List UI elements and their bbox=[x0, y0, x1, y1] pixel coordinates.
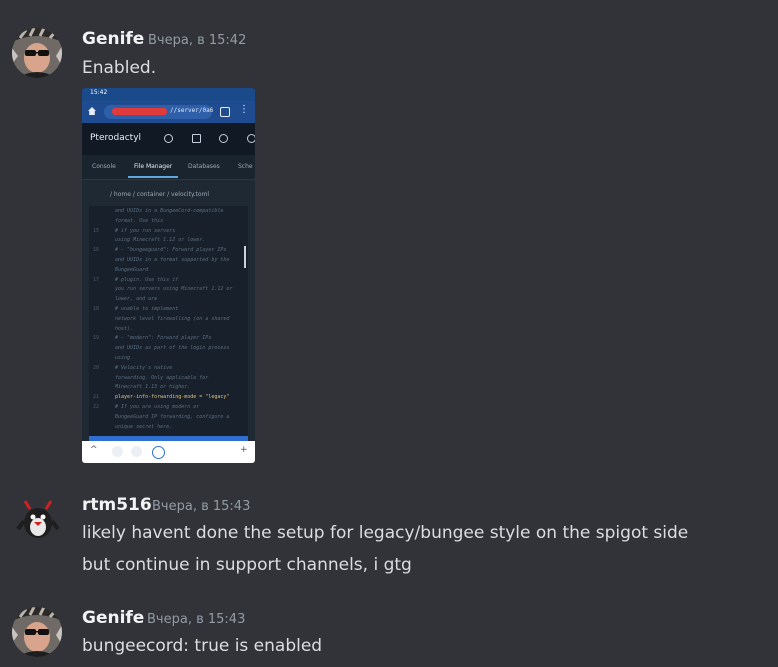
tabs-icon bbox=[220, 107, 230, 117]
code-line: BungeeGuard IP forwarding, configure a bbox=[115, 413, 230, 420]
username[interactable]: Genife bbox=[82, 29, 144, 49]
tab-schedules: Sche bbox=[238, 163, 253, 170]
message-text: Enabled. bbox=[82, 58, 157, 78]
editor-scrollbar bbox=[244, 246, 246, 268]
line-number: 21 bbox=[93, 394, 100, 401]
code-line: using bbox=[115, 355, 131, 361]
phone-status-bar: 15:42 bbox=[82, 88, 255, 101]
url-path: //server/0a6 bbox=[170, 107, 214, 114]
message-group-1: Genife Вчера, в 15:42 Enabled. 15:42 //s… bbox=[0, 0, 778, 470]
code-line: unique secret here. bbox=[115, 423, 173, 430]
phone-nav-bar: ^ + bbox=[82, 441, 255, 463]
message-text: bungeecord: true is enabled bbox=[82, 636, 323, 656]
username[interactable]: Genife bbox=[82, 608, 144, 628]
home-icon bbox=[88, 107, 96, 115]
code-line: # plugin. Use this if bbox=[115, 276, 179, 283]
code-line: Minecraft 1.13 or higher. bbox=[115, 384, 191, 391]
line-number: 19 bbox=[93, 335, 100, 342]
plus-icon: + bbox=[240, 445, 248, 455]
avatar-rtm516[interactable] bbox=[15, 495, 61, 541]
message-text: but continue in support channels, i gtg bbox=[82, 555, 412, 575]
timestamp: Вчера, в 15:43 bbox=[152, 499, 251, 514]
timestamp: Вчера, в 15:42 bbox=[148, 33, 247, 48]
app-icon-1 bbox=[112, 446, 123, 457]
layers-icon bbox=[192, 134, 201, 143]
username[interactable]: rtm516 bbox=[82, 495, 152, 515]
browser-url-bar: //server/0a6 ⋮ bbox=[82, 101, 255, 123]
settings-icon bbox=[247, 134, 255, 143]
redacted-domain bbox=[112, 108, 167, 115]
code-line: network level firewalling (on a shared bbox=[115, 315, 230, 322]
timestamp: Вчера, в 15:43 bbox=[147, 612, 246, 627]
line-number: 22 bbox=[93, 404, 100, 410]
code-line: # unable to implement bbox=[115, 306, 179, 312]
code-line: lower, and are bbox=[115, 296, 158, 303]
line-number: 18 bbox=[93, 306, 100, 312]
app-icon-active bbox=[152, 446, 165, 459]
code-line: host). bbox=[115, 325, 134, 332]
tab-file-manager: File Manager bbox=[134, 163, 173, 170]
code-line: and UUIDs in a format supported by the bbox=[115, 257, 230, 263]
image-attachment[interactable]: 15:42 //server/0a6 ⋮ Pterodactyl Console… bbox=[82, 88, 255, 463]
code-line: player-info-forwarding-mode = "legacy" bbox=[115, 394, 230, 401]
code-line: you run servers using Minecraft 1.12 or bbox=[115, 286, 233, 293]
code-line: format. Use this bbox=[115, 217, 164, 224]
line-number: 16 bbox=[93, 247, 100, 254]
app-title: Pterodactyl bbox=[90, 133, 142, 143]
line-number: 17 bbox=[93, 276, 100, 283]
chevron-up-icon: ^ bbox=[90, 445, 98, 455]
avatar-genife[interactable] bbox=[12, 607, 62, 657]
active-tab-underline bbox=[128, 176, 178, 178]
code-editor: and UUIDs in a BungeeCord-compatible form… bbox=[89, 206, 248, 436]
pterodactyl-header: Pterodactyl bbox=[82, 123, 255, 155]
code-line: # - "modern": Forward player IPs bbox=[115, 335, 212, 342]
phone-clock: 15:42 bbox=[90, 89, 108, 96]
message-group-2: rtm516 Вчера, в 15:43 likely havent done… bbox=[0, 470, 778, 590]
app-icon-2 bbox=[131, 446, 142, 457]
search-icon bbox=[164, 134, 173, 143]
code-line: # Velocity's native bbox=[115, 364, 173, 371]
code-line: # If you are using modern or bbox=[115, 404, 200, 410]
message-group-3: Genife Вчера, в 15:43 bungeecord: true i… bbox=[0, 590, 778, 667]
code-line: # - "bungeeguard": Forward player IPs bbox=[115, 247, 227, 254]
server-tabs: Console File Manager Databases Sche bbox=[82, 155, 255, 180]
line-number: 15 bbox=[93, 227, 100, 234]
code-line: # if you run servers bbox=[115, 227, 176, 234]
code-line: BungeeGuard bbox=[115, 266, 149, 273]
account-icon bbox=[219, 134, 228, 143]
more-icon: ⋮ bbox=[239, 104, 249, 115]
code-line: using Minecraft 1.12 or lower. bbox=[115, 237, 206, 244]
code-line: and UUIDs in a BungeeCord-compatible bbox=[115, 208, 224, 214]
tab-databases: Databases bbox=[188, 163, 220, 170]
avatar-genife[interactable] bbox=[12, 28, 62, 78]
file-breadcrumb: / home / container / velocity.toml bbox=[110, 191, 210, 198]
code-line: and UUIDs as part of the login process bbox=[115, 345, 230, 352]
line-number: 20 bbox=[93, 364, 100, 371]
tab-console: Console bbox=[92, 163, 116, 170]
message-text: likely havent done the setup for legacy/… bbox=[82, 523, 689, 543]
code-line: forwarding. Only applicable for bbox=[115, 374, 209, 381]
